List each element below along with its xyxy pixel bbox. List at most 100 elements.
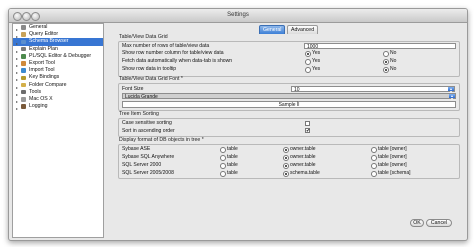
sidebar-item-tools[interactable]: ▸ Tools — [13, 88, 103, 97]
sort-ascending-checkbox[interactable]: ✔ — [305, 128, 311, 134]
yes-label: Yes — [312, 58, 321, 64]
table-view-group-title: Table/View Data Grid — [119, 34, 168, 40]
chevron-updown-icon: ▴ ▾ — [448, 85, 454, 94]
yes-radio[interactable] — [305, 67, 312, 74]
max-rows-label: Max number of rows of table/view data — [122, 43, 210, 49]
sidebar-item-explain-plan[interactable]: ▸ Explain Plan — [13, 45, 103, 54]
yes-no-row: Fetch data automatically when data-tab i… — [119, 58, 459, 66]
yes-no-row: Show row number column for table/view da… — [119, 50, 459, 58]
format-radio[interactable] — [283, 163, 290, 170]
document-icon — [21, 32, 26, 37]
sort-ascending-label: Sort in ascending order — [122, 127, 175, 134]
no-label: No — [390, 58, 397, 64]
no-label: No — [390, 66, 397, 72]
tree-icon — [21, 39, 26, 45]
yes-label: Yes — [312, 50, 321, 56]
sidebar-item-key-bindings[interactable]: ▸ Key Bindings — [13, 74, 103, 82]
yes-radio[interactable] — [305, 59, 312, 66]
settings-pane: Table/View Data Grid Max number of rows … — [104, 34, 464, 227]
sidebar-item-label: Tools — [29, 88, 42, 95]
sidebar-item-label: Export Tool — [29, 59, 55, 66]
font-family-select[interactable]: Lucida Grande ▴ ▾ — [122, 93, 456, 101]
case-sensitive-row: Case sensitive sorting — [119, 120, 459, 127]
plan-icon — [21, 46, 26, 52]
option-label: Fetch data automatically when data-tab i… — [122, 58, 233, 64]
font-size-select[interactable]: 10 ▴ ▾ — [291, 85, 455, 94]
chevron-updown-icon: ▴ ▾ — [449, 93, 455, 101]
sidebar-item-export-tool[interactable]: ▸ Export Tool — [13, 59, 103, 68]
format-radio[interactable] — [220, 171, 227, 178]
font-size-value: 10 — [294, 86, 300, 93]
font-group: Font Size 10 ▴ ▾ Lucida Grande ▴ ▾ Sample … — [118, 83, 460, 111]
window-title: Settings — [227, 12, 249, 18]
format-radio[interactable] — [220, 155, 227, 162]
db-label: SQL Server 2005/2008 — [122, 170, 174, 176]
sorting-group-title: Tree Item Sorting — [119, 111, 159, 117]
format-option-label: table [owner] — [378, 146, 407, 152]
sort-ascending-row: Sort in ascending order ✔ — [119, 128, 459, 135]
sidebar-item-label: PL/SQL Editor & Debugger — [29, 52, 92, 59]
log-icon — [21, 104, 26, 109]
sidebar-item-schema-browser[interactable]: ▸ Schema Browser — [13, 38, 103, 46]
font-group-title: Table/View Data Grid Font * — [119, 76, 183, 82]
font-size-row: Font Size 10 ▴ ▾ — [119, 86, 459, 93]
sidebar-item-label: Explain Plan — [29, 45, 58, 52]
format-option-label: schema.table — [290, 170, 320, 176]
title-bar: Settings — [9, 9, 467, 23]
tab-advanced[interactable]: Advanced — [287, 25, 319, 34]
format-radio[interactable] — [371, 155, 378, 162]
format-radio[interactable] — [371, 163, 378, 170]
display-format-row: SQL Server 2000 table owner.table table [ow… — [119, 162, 459, 170]
case-sensitive-checkbox[interactable] — [305, 120, 310, 126]
format-radio[interactable] — [220, 163, 227, 170]
format-option-label: table — [227, 154, 238, 160]
sidebar-item-label: Import Tool — [29, 67, 55, 74]
tab-bar: General Advanced — [9, 23, 467, 34]
apple-icon — [21, 97, 26, 102]
no-radio[interactable] — [383, 59, 390, 66]
display-format-row: Sybase SQL Anywhere table owner.table table… — [119, 154, 459, 162]
sidebar-item-folder-compare[interactable]: ▸ Folder Compare — [13, 82, 103, 90]
max-rows-row: Max number of rows of table/view data 10… — [119, 43, 459, 50]
wrench-icon — [21, 89, 26, 95]
db-label: Sybase SQL Anywhere — [122, 154, 175, 160]
format-radio[interactable] — [371, 171, 378, 178]
format-option-label: table [owner] — [378, 162, 407, 168]
font-size-label: Font Size — [122, 85, 144, 92]
format-radio[interactable] — [283, 147, 290, 154]
checkmark-icon: ✔ — [306, 128, 311, 134]
no-label: No — [390, 50, 397, 56]
format-radio[interactable] — [371, 147, 378, 154]
max-rows-input[interactable]: 1000 — [304, 43, 456, 50]
format-radio[interactable] — [220, 147, 227, 154]
sidebar-item-label: Mac OS X — [29, 95, 53, 102]
no-radio[interactable] — [383, 51, 390, 58]
tab-general[interactable]: General — [259, 25, 286, 34]
import-icon — [21, 68, 26, 73]
sorting-group: Case sensitive sorting Sort in ascending… — [118, 118, 460, 137]
font-sample-box: Sample İl — [122, 101, 456, 108]
display-format-row: SQL Server 2005/2008 table schema.table tab… — [119, 170, 459, 178]
yes-radio[interactable] — [305, 51, 312, 58]
format-option-label: table — [227, 146, 238, 152]
sidebar-item-logging[interactable]: ▸ Logging — [13, 103, 103, 112]
sidebar-item-label: Schema Browser — [29, 38, 69, 45]
sidebar-item-pl-sql-editor-debugger[interactable]: ▸ PL/SQL Editor & Debugger — [13, 52, 103, 61]
folder-icon — [21, 82, 26, 88]
ok-button[interactable]: OK — [410, 219, 424, 227]
option-label: Show row number column for table/view da… — [122, 50, 224, 56]
format-radio[interactable] — [283, 155, 290, 162]
sidebar-item-import-tool[interactable]: ▸ Import Tool — [13, 67, 103, 75]
cancel-button[interactable]: Cancel — [426, 219, 452, 227]
no-radio[interactable] — [383, 67, 390, 74]
option-label: Show row data in tooltip — [122, 66, 177, 72]
display-group-title: Display format of DB objects in tree * — [119, 137, 204, 143]
key-icon — [21, 75, 26, 81]
sidebar-item-mac-os-x[interactable]: ▸ Mac OS X — [13, 95, 103, 104]
display-group: Sybase ASE table owner.table table [owner] S… — [118, 144, 460, 179]
export-icon — [21, 61, 26, 66]
format-radio[interactable] — [283, 171, 290, 178]
yes-label: Yes — [312, 66, 321, 72]
disclosure-triangle-icon: ▸ — [16, 106, 19, 112]
db-label: Sybase ASE — [122, 146, 151, 152]
